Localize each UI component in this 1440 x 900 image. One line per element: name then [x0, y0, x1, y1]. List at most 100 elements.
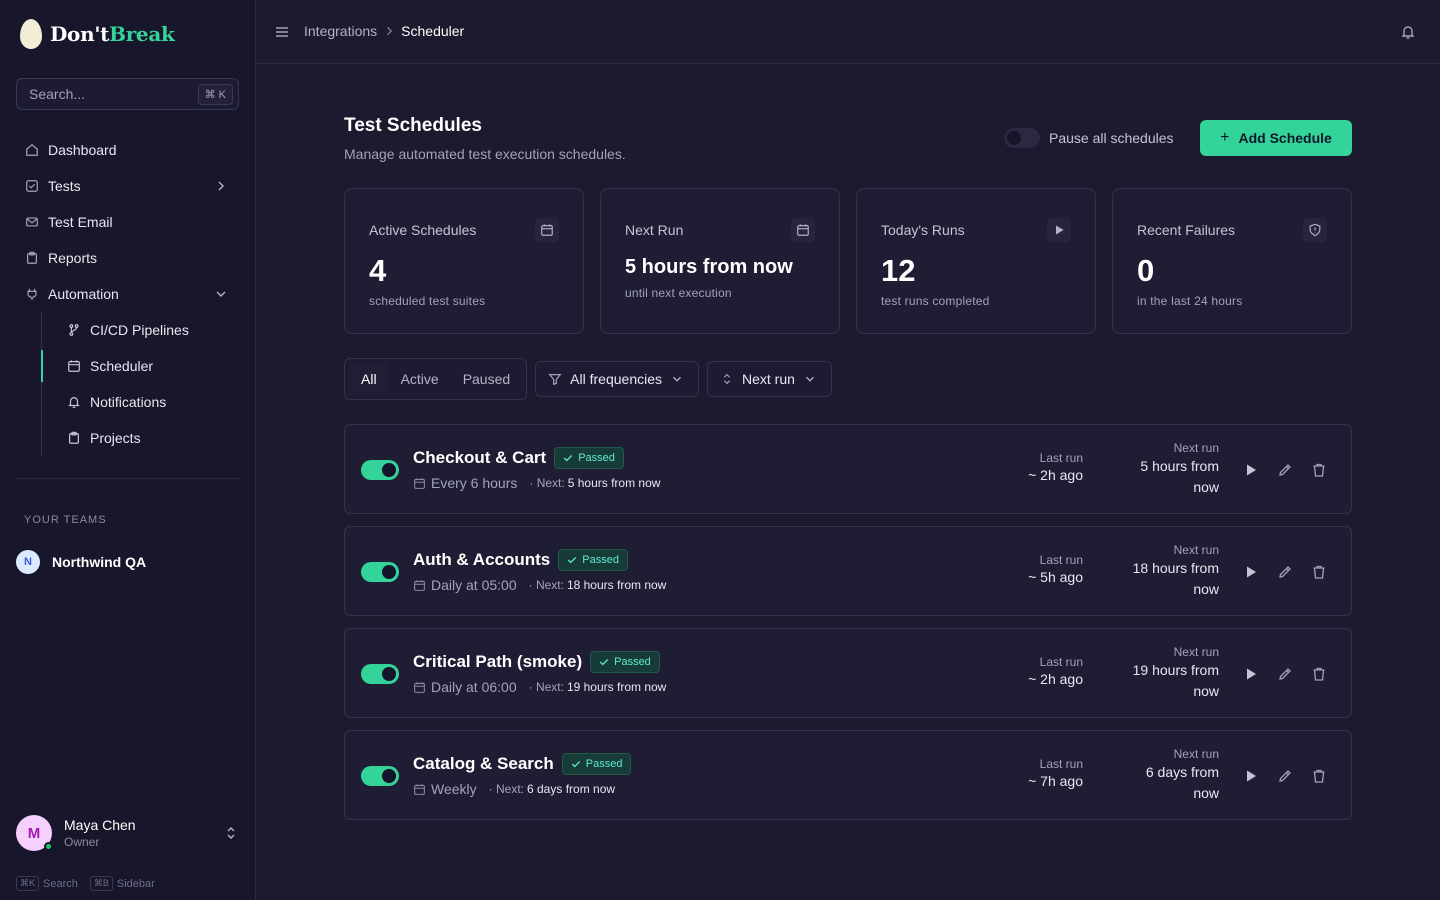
chevron-right-icon[interactable] — [213, 178, 229, 194]
run-now-play-icon[interactable] — [1243, 768, 1259, 784]
edit-pencil-icon[interactable] — [1277, 462, 1293, 478]
schedule-enabled-toggle[interactable] — [361, 460, 399, 480]
delete-trash-icon[interactable] — [1311, 666, 1327, 682]
search-input[interactable]: Search... ⌘ K — [16, 78, 239, 110]
breadcrumb-parent[interactable]: Integrations — [304, 23, 377, 39]
team-item[interactable]: N Northwind QA — [16, 550, 146, 574]
status-badge: Passed — [590, 651, 660, 673]
subnav-item-projects[interactable]: Projects — [42, 420, 239, 456]
logo-text: Don'tBreak — [50, 22, 175, 46]
home-icon — [24, 142, 40, 158]
tab-paused[interactable]: Paused — [451, 363, 522, 395]
schedule-name-line: Checkout & Cart Passed — [413, 447, 624, 469]
stat-label: Active Schedules — [369, 222, 477, 238]
delete-trash-icon[interactable] — [1311, 768, 1327, 784]
subnav-item-scheduler[interactable]: Scheduler — [41, 348, 239, 384]
schedule-row[interactable]: Auth & Accounts Passed Daily at 05:00 · … — [344, 526, 1352, 616]
search-shortcut-badge: ⌘ K — [197, 83, 233, 105]
shortcut-label: Sidebar — [116, 877, 155, 890]
calendar-icon — [414, 783, 425, 795]
filter-bar: All Active Paused All frequencies Next r… — [344, 358, 840, 400]
tab-active[interactable]: Active — [389, 363, 451, 395]
clipboard-icon — [66, 430, 82, 446]
team-avatar: N — [16, 550, 40, 574]
shortcut-key: ⌘K — [16, 876, 40, 891]
nav-label: Automation — [48, 286, 119, 302]
nav-item-automation[interactable]: Automation — [16, 276, 239, 312]
sort-icon — [723, 373, 731, 385]
schedule-frequency: Daily at 06:00 — [431, 679, 517, 695]
next-run: Next run 5 hours from now — [1140, 441, 1219, 495]
tab-all[interactable]: All — [349, 363, 389, 395]
schedule-row[interactable]: Checkout & Cart Passed Every 6 hours · N… — [344, 424, 1352, 514]
schedule-next-inline: · Next: 6 days from now — [488, 782, 616, 796]
topbar: Integrations Scheduler — [256, 0, 1440, 64]
stat-card-todays-runs: Today's Runs 12 test runs completed — [856, 188, 1096, 334]
plus-icon: + — [1220, 129, 1230, 146]
automation-subnav: CI/CD Pipelines Scheduler Notifications … — [41, 312, 239, 456]
status-badge: Passed — [558, 549, 628, 571]
run-now-play-icon[interactable] — [1243, 462, 1259, 478]
schedule-name-line: Catalog & Search Passed — [413, 753, 632, 775]
schedule-enabled-toggle[interactable] — [361, 766, 399, 786]
sort-dropdown[interactable]: Next run — [707, 361, 832, 397]
chevron-down-icon — [673, 376, 681, 382]
schedule-name-line: Critical Path (smoke) Passed — [413, 651, 660, 673]
chevron-down-icon — [805, 376, 814, 382]
subnav-label: CI/CD Pipelines — [90, 322, 189, 338]
stat-value: 12 — [881, 253, 916, 288]
schedule-enabled-toggle[interactable] — [361, 562, 399, 582]
nav-item-dashboard[interactable]: Dashboard — [16, 132, 239, 168]
bell-icon[interactable] — [1400, 24, 1416, 40]
edit-pencil-icon[interactable] — [1277, 666, 1293, 682]
chevron-right-icon — [387, 26, 393, 36]
stat-subtext: in the last 24 hours — [1137, 294, 1243, 308]
pause-all-toggle[interactable] — [1004, 128, 1040, 148]
stat-subtext: until next execution — [625, 286, 732, 300]
nav-label: Tests — [48, 178, 81, 194]
search-placeholder: Search... — [29, 86, 86, 102]
check-icon — [599, 659, 609, 666]
nav-item-test-email[interactable]: Test Email — [16, 204, 239, 240]
logo[interactable]: Don'tBreak — [20, 19, 175, 49]
chevrons-up-down-icon[interactable] — [223, 825, 239, 841]
user-role: Owner — [64, 835, 100, 849]
frequency-filter-dropdown[interactable]: All frequencies — [535, 361, 699, 397]
schedule-row[interactable]: Critical Path (smoke) Passed Daily at 06… — [344, 628, 1352, 718]
schedule-frequency: Daily at 05:00 — [431, 577, 517, 593]
nav-item-tests[interactable]: Tests — [16, 168, 239, 204]
menu-icon[interactable] — [274, 24, 290, 40]
delete-trash-icon[interactable] — [1311, 564, 1327, 580]
chevron-down-icon[interactable] — [213, 286, 229, 302]
run-now-play-icon[interactable] — [1243, 564, 1259, 580]
schedule-next-inline: · Next: 19 hours from now — [528, 680, 667, 694]
last-run: Last run ~ 5h ago — [1028, 553, 1083, 585]
subnav-label: Projects — [90, 430, 141, 446]
user-menu[interactable]: M Maya Chen Owner — [16, 815, 239, 851]
next-run: Next run 6 days from now — [1145, 747, 1219, 801]
last-run: Last run ~ 7h ago — [1028, 757, 1083, 789]
add-schedule-button[interactable]: + Add Schedule — [1200, 120, 1352, 156]
schedule-enabled-toggle[interactable] — [361, 664, 399, 684]
delete-trash-icon[interactable] — [1311, 462, 1327, 478]
status-badge: Passed — [554, 447, 624, 469]
nav-label: Reports — [48, 250, 98, 266]
edit-pencil-icon[interactable] — [1277, 768, 1293, 784]
subnav-item-notifications[interactable]: Notifications — [42, 384, 239, 420]
schedule-row[interactable]: Catalog & Search Passed Weekly · Next: 6 … — [344, 730, 1352, 820]
user-name: Maya Chen — [64, 817, 136, 833]
stat-value: 5 hours from now — [625, 256, 793, 278]
subnav-item-cicd-pipelines[interactable]: CI/CD Pipelines — [42, 312, 239, 348]
plug-icon — [24, 286, 40, 302]
play-icon — [1047, 218, 1071, 242]
sort-value: Next run — [742, 371, 795, 387]
add-schedule-label: Add Schedule — [1238, 130, 1332, 146]
schedule-frequency: Every 6 hours — [431, 475, 518, 491]
edit-pencil-icon[interactable] — [1277, 564, 1293, 580]
nav-label: Test Email — [48, 214, 113, 230]
run-now-play-icon[interactable] — [1243, 666, 1259, 682]
nav-item-reports[interactable]: Reports — [16, 240, 239, 276]
avatar: M — [16, 815, 53, 851]
git-branch-icon — [66, 322, 82, 338]
shield-icon — [1303, 218, 1327, 242]
